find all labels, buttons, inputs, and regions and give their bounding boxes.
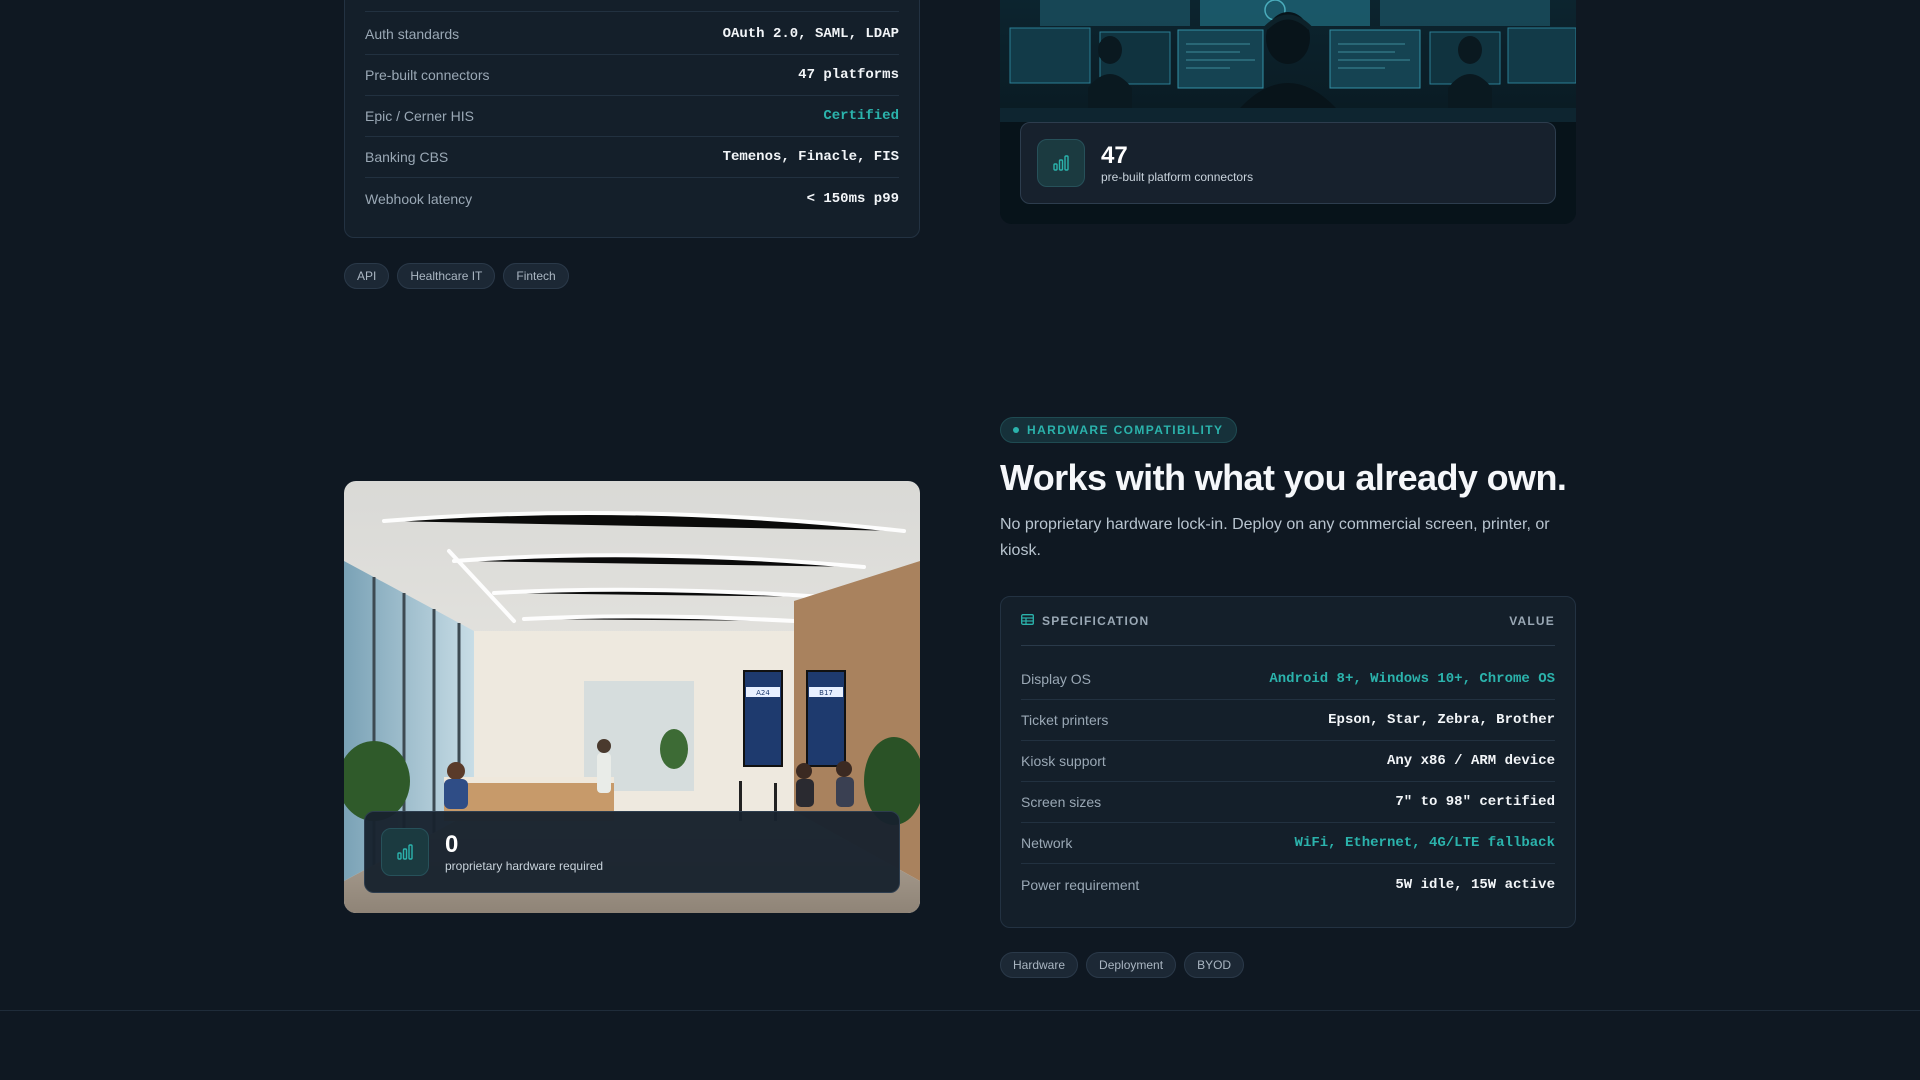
spec-value: < 150ms p99 [806, 190, 899, 207]
spec-row-screen-sizes: Screen sizes 7" to 98" certified [1021, 782, 1555, 823]
spec-label: Auth standards [365, 26, 460, 42]
dot-icon [1013, 427, 1019, 433]
spec-row-display-os: Display OS Android 8+, Windows 10+, Chro… [1021, 659, 1555, 700]
hardware-tags: Hardware Deployment BYOD [1000, 952, 1245, 978]
table-header: SPECIFICATION VALUE [1021, 597, 1555, 646]
tag[interactable]: BYOD [1184, 952, 1245, 978]
spec-row-his: Epic / Cerner HIS Certified [365, 96, 899, 137]
spec-value: 47 platforms [798, 67, 899, 83]
spec-row-connectors: Pre-built connectors 47 platforms [365, 55, 899, 96]
spec-label: Kiosk support [1021, 753, 1106, 769]
bar-chart-icon [1037, 139, 1085, 187]
spec-row-webhook: Webhook latency < 150ms p99 [365, 178, 899, 219]
spec-row-kiosk-support: Kiosk support Any x86 / ARM device [1021, 741, 1555, 782]
tag[interactable]: Deployment [1086, 952, 1177, 978]
spec-row-banking: Banking CBS Temenos, Finacle, FIS [365, 137, 899, 178]
spec-label: Pre-built connectors [365, 67, 490, 83]
bar-chart-icon [381, 828, 429, 876]
spec-row-auth-standards: Auth standards OAuth 2.0, SAML, LDAP [365, 14, 899, 55]
ops-stat-card: 47 pre-built platform connectors [1020, 122, 1556, 204]
spec-value: 5W idle, 15W active [1395, 876, 1555, 893]
spec-value: Certified [823, 108, 899, 124]
spec-row-power: Power requirement 5W idle, 15W active [1021, 864, 1555, 905]
integration-tags: API Healthcare IT Fintech [344, 263, 569, 289]
integration-spec-card: Auth standards OAuth 2.0, SAML, LDAP Pre… [344, 0, 920, 238]
spec-value: Epson, Star, Zebra, Brother [1328, 712, 1555, 728]
eyebrow-label: HARDWARE COMPATIBILITY [1027, 423, 1224, 437]
spec-value: OAuth 2.0, SAML, LDAP [722, 26, 899, 42]
table-icon [1021, 612, 1034, 630]
section-divider [0, 1010, 1920, 1011]
tag[interactable]: Hardware [1000, 952, 1079, 978]
spec-value: WiFi, Ethernet, 4G/LTE fallback [1294, 835, 1555, 851]
spec-label: Banking CBS [365, 149, 449, 165]
tag[interactable]: Healthcare IT [397, 263, 496, 289]
section-eyebrow-badge: HARDWARE COMPATIBILITY [1000, 417, 1238, 443]
spec-label: Ticket printers [1021, 712, 1109, 728]
ops-center-image: 47 pre-built platform connectors [1000, 0, 1576, 224]
spec-value: Android 8+, Windows 10+, Chrome OS [1269, 671, 1555, 687]
spec-label: Webhook latency [365, 190, 473, 207]
spec-row [365, 0, 899, 12]
stat-caption: proprietary hardware required [445, 859, 604, 873]
tag[interactable]: Fintech [503, 263, 569, 289]
spec-label: Network [1021, 835, 1073, 851]
spec-value: Temenos, Finacle, FIS [722, 149, 899, 165]
spec-value: 7" to 98" certified [1395, 794, 1555, 810]
table-header-spec: SPECIFICATION [1042, 614, 1150, 628]
hardware-spec-table: SPECIFICATION VALUE Display OS Android 8… [1000, 596, 1576, 928]
stat-caption: pre-built platform connectors [1101, 170, 1254, 184]
spec-label: Screen sizes [1021, 794, 1102, 810]
spec-row-network: Network WiFi, Ethernet, 4G/LTE fallback [1021, 823, 1555, 864]
stat-number: 0 [445, 831, 459, 858]
spec-label: Power requirement [1021, 876, 1140, 893]
spec-row-ticket-printers: Ticket printers Epson, Star, Zebra, Brot… [1021, 700, 1555, 741]
tag[interactable]: API [344, 263, 390, 289]
screen-right-code: B17 [819, 689, 833, 697]
screen-left-code: A24 [756, 689, 770, 697]
lobby-image: A24 B17 0 proprietary hardware required [344, 481, 920, 913]
stat-number: 47 [1101, 142, 1128, 169]
lobby-stat-card: 0 proprietary hardware required [364, 811, 900, 893]
spec-label: Epic / Cerner HIS [365, 108, 474, 124]
spec-value: Any x86 / ARM device [1386, 753, 1555, 769]
table-header-value: VALUE [1509, 614, 1555, 628]
section-subcopy: No proprietary hardware lock-in. Deploy … [1000, 516, 1550, 559]
spec-label: Display OS [1021, 671, 1092, 687]
section-headline: Works with what you already own. [1000, 457, 1567, 498]
